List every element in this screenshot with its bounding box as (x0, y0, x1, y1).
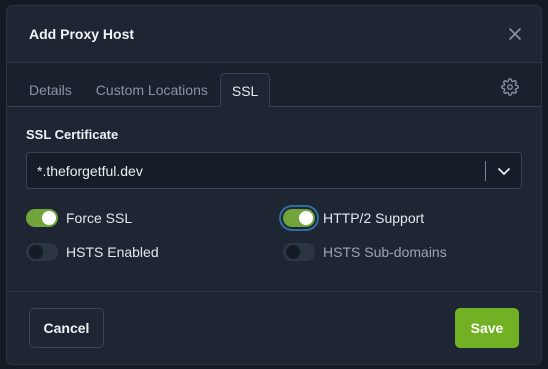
ssl-certificate-select[interactable]: *.theforgetful.dev (26, 152, 522, 189)
hsts-subdomains-switch[interactable] (283, 243, 315, 261)
save-button[interactable]: Save (455, 308, 519, 348)
tab-details[interactable]: Details (17, 73, 84, 107)
chevron-down-icon[interactable] (486, 164, 521, 178)
ssl-certificate-value: *.theforgetful.dev (37, 162, 143, 179)
hsts-enabled-toggle[interactable]: HSTS Enabled (26, 243, 283, 261)
http2-support-toggle[interactable]: HTTP/2 Support (283, 209, 523, 227)
tab-custom-locations[interactable]: Custom Locations (84, 73, 220, 107)
http2-support-label: HTTP/2 Support (323, 210, 425, 226)
ssl-certificate-label: SSL Certificate (26, 127, 119, 142)
close-icon[interactable] (507, 26, 523, 42)
force-ssl-switch[interactable] (26, 209, 58, 227)
force-ssl-label: Force SSL (66, 210, 133, 226)
modal-footer: Cancel Save (7, 291, 541, 364)
add-proxy-host-modal: Add Proxy Host Details Custom Locations … (6, 5, 542, 365)
cancel-button[interactable]: Cancel (29, 308, 104, 348)
tab-bar: Details Custom Locations SSL (7, 63, 541, 107)
hsts-subdomains-toggle[interactable]: HSTS Sub-domains (283, 243, 523, 261)
modal-header: Add Proxy Host (7, 6, 541, 63)
tab-ssl[interactable]: SSL (219, 73, 271, 107)
hsts-enabled-switch[interactable] (26, 243, 58, 261)
ssl-tab-content: SSL Certificate *.theforgetful.dev Force… (7, 107, 541, 261)
ssl-options: Force SSL HTTP/2 Support HSTS Enabled HS… (26, 209, 522, 261)
modal-title: Add Proxy Host (29, 26, 135, 42)
gear-icon[interactable] (501, 78, 519, 96)
hsts-subdomains-label: HSTS Sub-domains (323, 244, 447, 260)
force-ssl-toggle[interactable]: Force SSL (26, 209, 283, 227)
hsts-enabled-label: HSTS Enabled (66, 244, 159, 260)
http2-support-switch[interactable] (283, 209, 315, 227)
